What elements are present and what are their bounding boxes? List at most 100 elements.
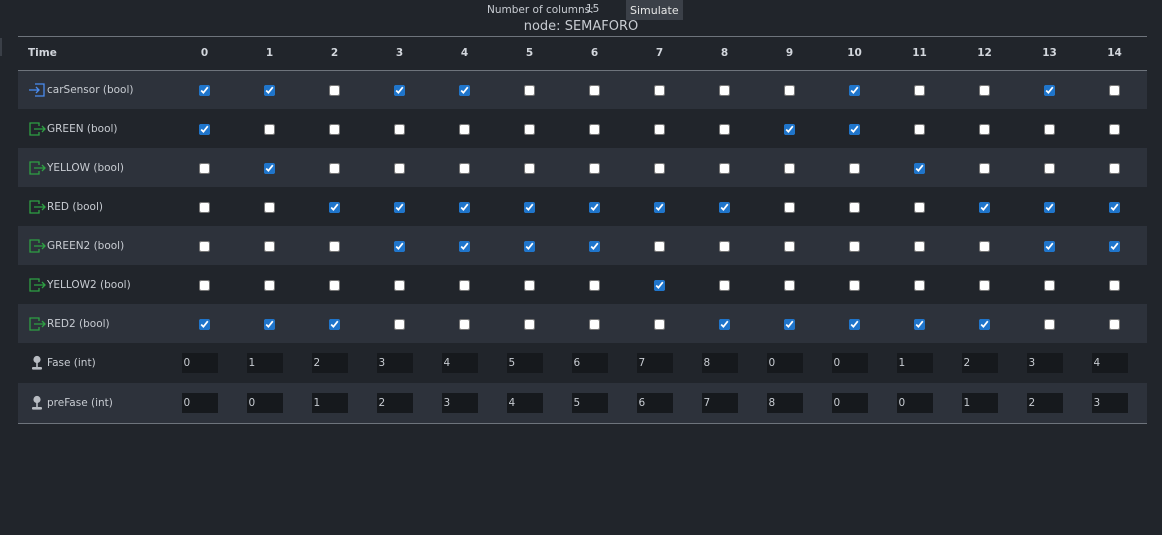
value-input[interactable] <box>636 393 673 413</box>
value-input[interactable] <box>961 393 998 413</box>
value-checkbox[interactable] <box>199 84 210 96</box>
value-input[interactable] <box>571 353 608 373</box>
value-checkbox[interactable] <box>524 84 535 96</box>
value-checkbox[interactable] <box>264 318 275 330</box>
value-checkbox[interactable] <box>784 240 795 252</box>
value-input[interactable] <box>311 393 348 413</box>
value-input[interactable] <box>1026 393 1063 413</box>
value-checkbox[interactable] <box>264 201 275 213</box>
value-checkbox[interactable] <box>264 240 275 252</box>
value-input[interactable] <box>506 393 543 413</box>
value-input[interactable] <box>376 393 413 413</box>
value-checkbox[interactable] <box>784 201 795 213</box>
value-checkbox[interactable] <box>914 201 925 213</box>
value-input[interactable] <box>571 393 608 413</box>
value-checkbox[interactable] <box>1044 84 1055 96</box>
value-checkbox[interactable] <box>1109 162 1120 174</box>
value-checkbox[interactable] <box>849 279 860 291</box>
value-checkbox[interactable] <box>394 279 405 291</box>
value-checkbox[interactable] <box>979 84 990 96</box>
value-input[interactable] <box>441 353 478 373</box>
value-checkbox[interactable] <box>589 84 600 96</box>
value-checkbox[interactable] <box>199 240 210 252</box>
value-checkbox[interactable] <box>784 279 795 291</box>
value-checkbox[interactable] <box>329 84 340 96</box>
value-checkbox[interactable] <box>914 162 925 174</box>
value-input[interactable] <box>896 353 933 373</box>
value-checkbox[interactable] <box>1109 279 1120 291</box>
value-checkbox[interactable] <box>979 162 990 174</box>
value-checkbox[interactable] <box>524 279 535 291</box>
columns-count-input[interactable] <box>586 1 622 18</box>
value-checkbox[interactable] <box>654 84 665 96</box>
value-checkbox[interactable] <box>1109 123 1120 135</box>
value-checkbox[interactable] <box>394 162 405 174</box>
value-input[interactable] <box>246 393 283 413</box>
value-checkbox[interactable] <box>329 318 340 330</box>
value-checkbox[interactable] <box>459 240 470 252</box>
value-checkbox[interactable] <box>264 162 275 174</box>
value-input[interactable] <box>181 393 218 413</box>
value-checkbox[interactable] <box>914 318 925 330</box>
value-checkbox[interactable] <box>654 240 665 252</box>
value-checkbox[interactable] <box>719 240 730 252</box>
value-input[interactable] <box>636 353 673 373</box>
value-checkbox[interactable] <box>719 201 730 213</box>
value-checkbox[interactable] <box>979 279 990 291</box>
value-checkbox[interactable] <box>199 201 210 213</box>
value-input[interactable] <box>701 393 738 413</box>
value-checkbox[interactable] <box>654 201 665 213</box>
value-input[interactable] <box>1026 353 1063 373</box>
value-input[interactable] <box>1091 353 1128 373</box>
value-checkbox[interactable] <box>849 84 860 96</box>
value-checkbox[interactable] <box>914 240 925 252</box>
value-checkbox[interactable] <box>979 240 990 252</box>
value-input[interactable] <box>246 353 283 373</box>
value-checkbox[interactable] <box>524 123 535 135</box>
value-checkbox[interactable] <box>199 162 210 174</box>
value-checkbox[interactable] <box>654 279 665 291</box>
value-input[interactable] <box>766 393 803 413</box>
value-input[interactable] <box>701 353 738 373</box>
value-input[interactable] <box>1091 393 1128 413</box>
value-checkbox[interactable] <box>784 162 795 174</box>
value-checkbox[interactable] <box>849 318 860 330</box>
value-checkbox[interactable] <box>199 318 210 330</box>
value-checkbox[interactable] <box>329 279 340 291</box>
value-checkbox[interactable] <box>719 279 730 291</box>
value-checkbox[interactable] <box>1109 318 1120 330</box>
value-input[interactable] <box>181 353 218 373</box>
value-checkbox[interactable] <box>329 201 340 213</box>
value-checkbox[interactable] <box>849 123 860 135</box>
value-checkbox[interactable] <box>849 162 860 174</box>
value-checkbox[interactable] <box>524 201 535 213</box>
value-checkbox[interactable] <box>1044 162 1055 174</box>
value-checkbox[interactable] <box>459 84 470 96</box>
value-input[interactable] <box>311 353 348 373</box>
value-checkbox[interactable] <box>329 123 340 135</box>
value-checkbox[interactable] <box>329 162 340 174</box>
value-input[interactable] <box>506 353 543 373</box>
value-input[interactable] <box>831 393 868 413</box>
value-checkbox[interactable] <box>784 123 795 135</box>
simulate-button[interactable]: Simulate <box>626 0 683 20</box>
value-checkbox[interactable] <box>1044 201 1055 213</box>
value-checkbox[interactable] <box>394 201 405 213</box>
value-checkbox[interactable] <box>589 318 600 330</box>
value-checkbox[interactable] <box>979 201 990 213</box>
value-input[interactable] <box>961 353 998 373</box>
value-checkbox[interactable] <box>459 318 470 330</box>
value-checkbox[interactable] <box>849 240 860 252</box>
value-checkbox[interactable] <box>589 201 600 213</box>
value-checkbox[interactable] <box>914 123 925 135</box>
value-checkbox[interactable] <box>914 279 925 291</box>
value-checkbox[interactable] <box>719 318 730 330</box>
value-checkbox[interactable] <box>394 240 405 252</box>
value-checkbox[interactable] <box>1109 240 1120 252</box>
value-checkbox[interactable] <box>849 201 860 213</box>
value-checkbox[interactable] <box>524 318 535 330</box>
value-checkbox[interactable] <box>329 240 340 252</box>
value-checkbox[interactable] <box>459 279 470 291</box>
value-checkbox[interactable] <box>1109 201 1120 213</box>
value-input[interactable] <box>831 353 868 373</box>
